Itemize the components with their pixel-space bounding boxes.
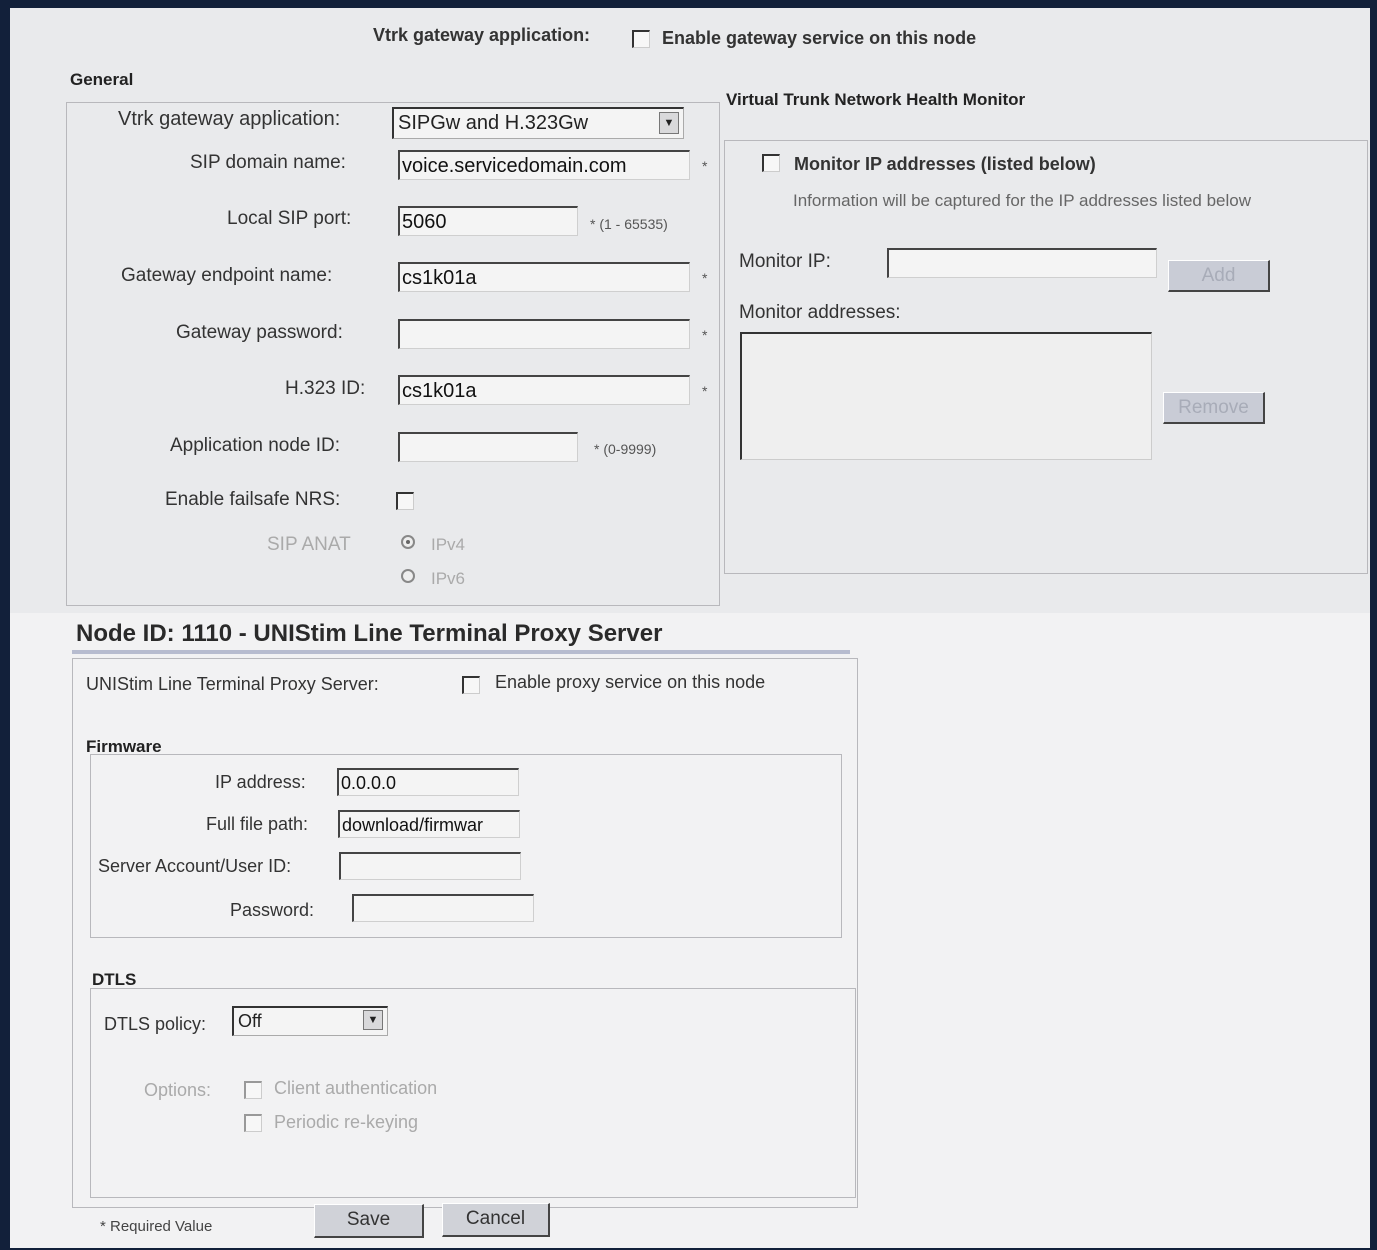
chevron-down-icon: ▼ xyxy=(659,112,679,134)
vtrk-app-label: Vtrk gateway application: xyxy=(118,108,341,130)
cancel-button[interactable]: Cancel xyxy=(442,1203,550,1237)
dtls-policy-select[interactable]: Off ▼ xyxy=(232,1006,388,1036)
client-auth-checkbox[interactable] xyxy=(244,1081,262,1099)
monitor-ip-check-label: Monitor IP addresses (listed below) xyxy=(794,154,1096,174)
vtrk-app-select[interactable]: SIPGw and H.323Gw ▼ xyxy=(392,107,684,139)
local-sip-port-label: Local SIP port: xyxy=(227,208,352,229)
chevron-down-icon: ▼ xyxy=(363,1010,383,1030)
gateway-endpoint-input[interactable]: cs1k01a xyxy=(398,262,690,292)
vtrk-app-value: SIPGw and H.323Gw xyxy=(398,112,589,134)
sip-anat-label: SIP ANAT xyxy=(267,534,351,555)
password-input[interactable] xyxy=(352,894,534,922)
ipv6-label: IPv6 xyxy=(431,569,466,588)
local-sip-port-input[interactable]: 5060 xyxy=(398,206,578,236)
monitor-addresses-list[interactable] xyxy=(740,332,1152,460)
remove-button[interactable]: Remove xyxy=(1163,392,1265,424)
options-label: Options: xyxy=(144,1080,212,1100)
monitor-ip-checkbox[interactable] xyxy=(762,154,780,172)
top-vtrk-label: Vtrk gateway application: xyxy=(373,25,591,45)
dtls-policy-value: Off xyxy=(238,1011,262,1031)
app-node-id-hint: * (0-9999) xyxy=(594,441,657,457)
monitor-ip-input[interactable] xyxy=(887,248,1157,278)
monitor-info-text: Information will be captured for the IP … xyxy=(793,191,1251,210)
ip-address-label: IP address: xyxy=(215,772,306,792)
required-note: * Required Value xyxy=(100,1218,213,1235)
gateway-endpoint-label: Gateway endpoint name: xyxy=(121,265,333,286)
general-title: General xyxy=(70,70,134,89)
rekey-label: Periodic re-keying xyxy=(274,1112,419,1132)
sip-domain-label: SIP domain name: xyxy=(190,152,346,173)
dtls-title: DTLS xyxy=(92,970,137,989)
proxy-title-rule xyxy=(72,650,850,654)
account-label: Server Account/User ID: xyxy=(98,856,292,876)
gateway-password-input[interactable] xyxy=(398,319,690,349)
proxy-server-label: UNIStim Line Terminal Proxy Server: xyxy=(86,674,379,694)
h323-id-label: H.323 ID: xyxy=(285,378,366,399)
enable-gateway-label: Enable gateway service on this node xyxy=(662,28,977,48)
rekey-checkbox[interactable] xyxy=(244,1114,262,1132)
required-star: * xyxy=(702,270,708,286)
required-star: * xyxy=(702,383,708,399)
gateway-password-label: Gateway password: xyxy=(176,322,343,343)
monitor-addresses-label: Monitor addresses: xyxy=(739,302,901,323)
monitor-title: Virtual Trunk Network Health Monitor xyxy=(726,90,1026,109)
account-input[interactable] xyxy=(339,852,521,880)
add-button[interactable]: Add xyxy=(1168,260,1270,292)
ip-address-input[interactable]: 0.0.0.0 xyxy=(337,768,519,796)
required-star: * xyxy=(702,327,708,343)
failsafe-label: Enable failsafe NRS: xyxy=(165,489,341,510)
ipv4-label: IPv4 xyxy=(431,535,466,554)
ipv4-radio[interactable] xyxy=(401,535,415,549)
local-sip-port-hint: * (1 - 65535) xyxy=(590,216,668,232)
h323-id-input[interactable]: cs1k01a xyxy=(398,375,690,405)
failsafe-checkbox[interactable] xyxy=(396,492,414,510)
file-path-label: Full file path: xyxy=(206,814,309,834)
file-path-input[interactable]: download/firmwar xyxy=(338,810,520,838)
enable-proxy-label: Enable proxy service on this node xyxy=(495,672,766,692)
password-label: Password: xyxy=(230,900,315,920)
ipv6-radio[interactable] xyxy=(401,569,415,583)
screen: Vtrk gateway application: Enable gateway… xyxy=(10,8,1370,1248)
monitor-ip-label: Monitor IP: xyxy=(739,251,831,272)
sip-domain-input[interactable]: voice.servicedomain.com xyxy=(398,150,690,180)
save-button[interactable]: Save xyxy=(314,1204,424,1238)
dtls-policy-label: DTLS policy: xyxy=(104,1014,207,1034)
required-star: * xyxy=(702,158,708,174)
enable-proxy-checkbox[interactable] xyxy=(462,676,480,694)
app-node-id-label: Application node ID: xyxy=(170,435,341,456)
app-node-id-input[interactable] xyxy=(398,432,578,462)
client-auth-label: Client authentication xyxy=(274,1078,438,1098)
enable-gateway-checkbox[interactable] xyxy=(632,30,650,48)
proxy-title: Node ID: 1110 - UNIStim Line Terminal Pr… xyxy=(76,620,663,647)
